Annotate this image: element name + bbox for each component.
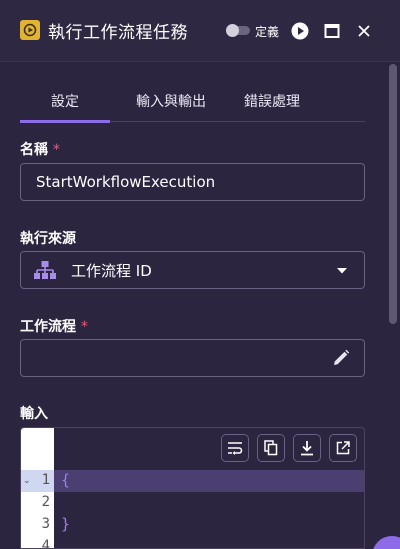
open-external-button[interactable] — [329, 434, 357, 462]
name-label: 名稱 * — [20, 142, 60, 158]
line-number: 2 — [41, 494, 50, 510]
active-line-highlight — [54, 470, 364, 492]
source-label: 執行來源 — [20, 231, 76, 247]
close-icon — [358, 25, 370, 37]
tab-bar: 設定 輸入與輸出 錯誤處理 — [20, 80, 365, 123]
source-select[interactable]: 工作流程 ID — [20, 251, 365, 289]
workflow-required-mark: * — [80, 319, 88, 335]
open-external-icon — [336, 441, 350, 455]
edit-pencil-icon[interactable] — [332, 349, 350, 367]
copy-icon — [264, 440, 278, 456]
code-line[interactable]: { — [61, 471, 70, 489]
source-select-value: 工作流程 ID — [71, 261, 152, 280]
download-button[interactable] — [293, 434, 321, 462]
dialog-title: 執行工作流程任務 — [48, 23, 188, 43]
hierarchy-icon — [34, 261, 56, 279]
copy-button[interactable] — [257, 434, 285, 462]
tab-error-handling[interactable]: 錯誤處理 — [226, 80, 318, 122]
tab-input-output[interactable]: 輸入與輸出 — [116, 80, 226, 122]
task-app-icon — [20, 20, 40, 40]
tab-settings[interactable]: 設定 — [20, 80, 110, 123]
name-input-value: StartWorkflowExecution — [36, 173, 216, 191]
floating-action-button[interactable] — [372, 536, 400, 549]
required-mark: * — [52, 142, 60, 158]
maximize-button[interactable] — [321, 20, 343, 42]
wrap-lines-button[interactable] — [221, 434, 249, 462]
maximize-icon — [324, 24, 340, 38]
code-line[interactable]: } — [61, 515, 70, 533]
chevron-down-icon — [337, 268, 347, 274]
line-number: 4 — [41, 538, 50, 549]
name-input[interactable]: StartWorkflowExecution — [20, 163, 365, 201]
definition-toggle-label: 定義 — [255, 25, 280, 39]
wrap-icon — [228, 442, 243, 455]
workflow-label: 工作流程 * — [20, 319, 88, 335]
line-number: 3 — [41, 516, 50, 532]
close-button[interactable] — [353, 20, 375, 42]
workflow-input[interactable] — [20, 339, 365, 377]
line-number: 1 — [41, 472, 50, 488]
scrollbar[interactable] — [386, 62, 400, 549]
dialog-header: 執行工作流程任務 定義 — [0, 0, 400, 62]
definition-toggle[interactable] — [226, 24, 250, 37]
run-icon — [291, 22, 309, 40]
json-code-editor[interactable]: ⌄ 1 2 3 4 { } — [20, 427, 365, 549]
scrollbar-thumb[interactable] — [389, 64, 397, 324]
run-button[interactable] — [289, 20, 311, 42]
download-icon — [301, 441, 313, 456]
input-label: 輸入 — [20, 406, 48, 422]
